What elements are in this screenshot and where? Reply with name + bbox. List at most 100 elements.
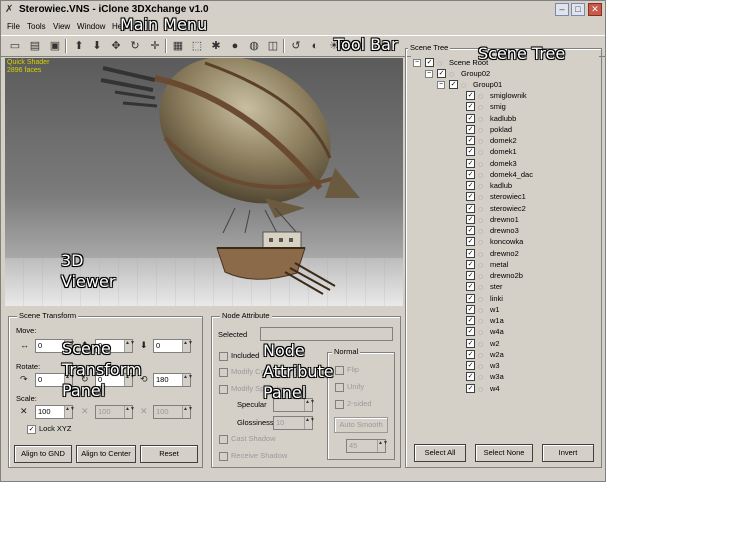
tree-checkbox[interactable]: ✓ <box>466 169 475 179</box>
move-x-icon: ↔ <box>20 340 29 350</box>
tree-expander[interactable]: − <box>413 59 421 67</box>
tree-checkbox[interactable]: ✓ <box>437 69 446 78</box>
light-icon[interactable]: ☀ <box>326 38 342 54</box>
tree-checkbox[interactable]: ✓ <box>449 80 458 89</box>
spinner-arrows[interactable]: ▲▼ <box>64 374 75 386</box>
rotate-y-input[interactable]: 0 ▲▼ <box>95 373 135 387</box>
spinner-arrows[interactable]: ▲▼ <box>64 406 75 418</box>
scene-tree[interactable]: − ✓ ◌ Scene Root − ✓ ◌ Group02 − ✓ ◌ Gro… <box>411 56 599 436</box>
invert-button[interactable]: Invert <box>542 444 594 462</box>
select-none-button[interactable]: Select None <box>475 444 533 462</box>
undo-icon[interactable]: ↺ <box>288 38 304 54</box>
menu-window[interactable]: Window <box>77 22 105 32</box>
frame-icon[interactable]: ◫ <box>265 38 281 54</box>
tree-checkbox[interactable]: ✓ <box>466 304 475 314</box>
tree-checkbox[interactable]: ✓ <box>466 214 475 224</box>
spinner-arrows: ▲▼ <box>304 399 315 411</box>
scale-icon[interactable]: ✛ <box>147 38 163 54</box>
sphere-icon[interactable]: ● <box>227 38 243 54</box>
tree-checkbox[interactable]: ✓ <box>466 181 475 190</box>
rotate-x-input[interactable]: 0 ▲▼ <box>35 373 75 387</box>
glossiness-label: Glossiness <box>237 418 274 427</box>
receive-shadow-checkbox <box>219 452 228 461</box>
tree-checkbox[interactable]: ✓ <box>466 102 475 112</box>
tree-checkbox[interactable]: ✓ <box>466 203 475 213</box>
align-to-gnd-button[interactable]: Align to GND <box>14 445 72 463</box>
scale-z-input: 100 ▲▼ <box>153 405 193 419</box>
menu-help[interactable]: Help <box>112 22 128 32</box>
modify-color-checkbox <box>219 368 228 377</box>
spinner-arrows[interactable]: ▲▼ <box>64 340 75 352</box>
close-button[interactable]: ✕ <box>588 3 602 16</box>
move-z-input[interactable]: 0 ▲▼ <box>153 339 193 353</box>
globe-icon[interactable]: ◍ <box>246 38 262 54</box>
select-all-button[interactable]: Select All <box>414 444 466 462</box>
included-label: Included <box>231 351 260 360</box>
tree-checkbox[interactable]: ✓ <box>466 338 475 348</box>
tree-checkbox[interactable]: ✓ <box>466 192 475 202</box>
tree-label: w4 <box>490 383 500 393</box>
save-icon[interactable]: ▤ <box>27 38 43 54</box>
tree-checkbox[interactable]: ✓ <box>466 91 475 100</box>
spinner-arrows[interactable]: ▲▼ <box>182 340 193 352</box>
maximize-button[interactable]: □ <box>571 3 585 16</box>
tree-checkbox[interactable]: ✓ <box>466 259 475 269</box>
open-icon[interactable]: ▭ <box>7 38 23 54</box>
lock-xyz-checkbox[interactable]: ✓ <box>27 425 36 434</box>
redo-icon[interactable]: ◐ <box>307 38 323 54</box>
tree-label: sterowiec2 <box>490 203 526 213</box>
tree-checkbox[interactable]: ✓ <box>466 248 475 258</box>
tree-checkbox[interactable]: ✓ <box>466 372 475 382</box>
move-y-input[interactable]: 0 ▲▼ <box>95 339 135 353</box>
3d-viewer[interactable]: Quick Shader 2896 faces <box>5 58 403 306</box>
selected-label: Selected <box>218 330 248 339</box>
tree-checkbox[interactable]: ✓ <box>466 361 475 370</box>
move-up-icon[interactable]: ⬆ <box>71 38 87 54</box>
scale-x-input[interactable]: 100 ▲▼ <box>35 405 75 419</box>
mesh-icon: ◌ <box>478 91 484 101</box>
tree-checkbox[interactable]: ✓ <box>466 349 475 359</box>
tree-checkbox[interactable]: ✓ <box>466 113 475 123</box>
tree-checkbox[interactable]: ✓ <box>466 158 475 168</box>
reset-button[interactable]: Reset <box>140 445 198 463</box>
tree-checkbox[interactable]: ✓ <box>466 327 475 337</box>
tree-checkbox[interactable]: ✓ <box>466 383 475 393</box>
unify-checkbox <box>335 383 344 392</box>
rotate-z-input[interactable]: 180 ▲▼ <box>153 373 193 387</box>
menu-tools[interactable]: Tools <box>27 22 46 32</box>
tree-checkbox[interactable]: ✓ <box>466 226 475 235</box>
spinner-arrows[interactable]: ▲▼ <box>182 374 193 386</box>
character-icon[interactable]: ✱ <box>208 38 224 54</box>
tree-checkbox[interactable]: ✓ <box>466 293 475 303</box>
modify-specular-checkbox <box>219 385 228 394</box>
menu-view[interactable]: View <box>53 22 70 32</box>
tree-checkbox[interactable]: ✓ <box>466 316 475 325</box>
tree-checkbox[interactable]: ✓ <box>466 271 475 280</box>
spinner-arrows[interactable]: ▲▼ <box>124 374 135 386</box>
tree-checkbox[interactable]: ✓ <box>466 237 475 247</box>
tree-checkbox[interactable]: ✓ <box>466 282 475 292</box>
tree-checkbox[interactable]: ✓ <box>425 58 434 67</box>
menu-file[interactable]: File <box>7 22 20 32</box>
select-icon[interactable]: ⬚ <box>189 38 205 54</box>
export-icon[interactable]: ▣ <box>47 38 63 54</box>
mesh-icon: ◌ <box>478 304 484 315</box>
title-bar[interactable]: ✗ Sterowiec.VNS - iClone 3DXchange v1.0 … <box>1 1 605 19</box>
tree-label: domek4_dac <box>490 169 533 179</box>
tree-expander[interactable]: − <box>425 70 433 78</box>
grid-icon[interactable]: ▦ <box>170 38 186 54</box>
minimize-button[interactable]: – <box>555 3 569 16</box>
tree-expander[interactable]: − <box>437 81 445 89</box>
align-to-center-button[interactable]: Align to Center <box>76 445 136 463</box>
app-window: ✗ Sterowiec.VNS - iClone 3DXchange v1.0 … <box>0 0 606 482</box>
tree-label: smig <box>490 102 506 112</box>
move-down-icon[interactable]: ⬇ <box>89 38 105 54</box>
move-x-input[interactable]: 0 ▲▼ <box>35 339 75 353</box>
rotate-icon[interactable]: ↻ <box>127 38 143 54</box>
tree-checkbox[interactable]: ✓ <box>466 124 475 134</box>
two-sided-label: 2-sided <box>347 399 372 408</box>
spinner-arrows[interactable]: ▲▼ <box>124 340 135 352</box>
move-icon[interactable]: ✥ <box>108 38 124 54</box>
tree-checkbox[interactable]: ✓ <box>466 136 475 145</box>
tree-checkbox[interactable]: ✓ <box>466 147 475 157</box>
